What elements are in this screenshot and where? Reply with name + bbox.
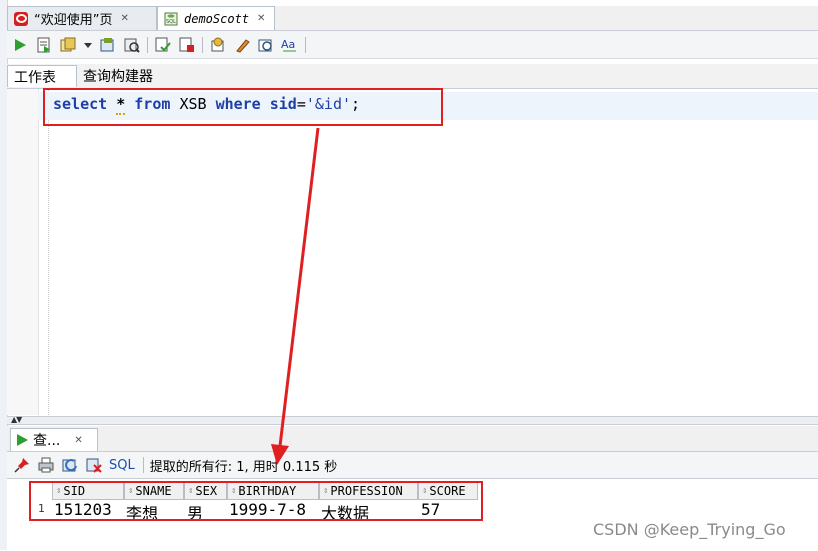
toolbar-separator — [142, 457, 144, 473]
toolbar-separator — [147, 36, 148, 53]
oracle-icon — [14, 11, 28, 26]
tab-worksheet[interactable]: 工作表 — [7, 65, 77, 87]
close-icon[interactable]: ✕ — [257, 13, 265, 24]
sql-editor[interactable] — [7, 89, 818, 415]
close-icon[interactable]: ✕ — [120, 13, 128, 24]
annotation-box-sql — [43, 88, 443, 126]
results-toolbar: SQL 提取的所有行: 1, 用时 0.115 秒 — [7, 452, 818, 478]
fetch-status-text: 提取的所有行: 1, 用时 0.115 秒 — [149, 459, 338, 475]
pin-icon[interactable] — [13, 456, 31, 474]
clear-icon[interactable] — [209, 36, 227, 54]
format-icon[interactable] — [257, 36, 275, 54]
splitter-arrows-icon[interactable]: ▲▼ — [11, 415, 22, 424]
print-icon[interactable] — [37, 456, 55, 474]
run-icon — [17, 434, 28, 446]
worksheet-toolbar: Aa — [7, 31, 818, 59]
tab-welcome-page[interactable]: “欢迎使用”页 ✕ — [7, 6, 157, 30]
editor-tab-bar: “欢迎使用”页 ✕ SQL demoScott ✕ — [7, 6, 818, 31]
tab-demoscott-label: demoScott — [184, 11, 250, 26]
history-icon[interactable] — [233, 36, 251, 54]
sql-worksheet-icon: SQL — [164, 12, 178, 26]
spell-check-icon[interactable]: Aa — [281, 36, 299, 54]
sql-link[interactable]: SQL — [109, 458, 135, 473]
dropdown-icon[interactable] — [83, 36, 93, 54]
tab-query-result-label: 查... — [33, 433, 61, 449]
svg-text:SQL: SQL — [166, 19, 176, 25]
watermark: CSDN @Keep_Trying_Go — [593, 520, 786, 539]
rollback-icon[interactable] — [123, 36, 141, 54]
tab-query-builder-label: 查询构建器 — [83, 69, 153, 85]
svg-text:Aa: Aa — [281, 38, 295, 51]
delete-icon[interactable] — [85, 456, 103, 474]
worksheet-subtabs: 工作表 查询构建器 — [7, 64, 818, 89]
sql-tuning-icon[interactable] — [178, 36, 196, 54]
tab-query-result[interactable]: 查... ✕ — [10, 428, 98, 451]
commit-icon[interactable] — [99, 36, 117, 54]
toolbar-separator — [305, 36, 306, 53]
line-gutter — [7, 89, 39, 415]
explain-plan-icon[interactable] — [154, 36, 172, 54]
gutter-divider — [48, 89, 49, 415]
results-tab-bar: 查... ✕ — [7, 426, 818, 452]
tab-welcome-label: “欢迎使用”页 — [34, 13, 113, 28]
panel-splitter[interactable] — [7, 416, 818, 425]
refresh-icon[interactable] — [61, 456, 79, 474]
annotation-box-results — [29, 481, 483, 521]
close-icon[interactable]: ✕ — [74, 435, 82, 446]
run-statement-icon[interactable] — [11, 36, 29, 54]
autotrace-icon[interactable] — [59, 36, 77, 54]
tab-demoscott[interactable]: SQL demoScott ✕ — [157, 6, 275, 30]
tab-query-builder[interactable]: 查询构建器 — [77, 65, 169, 87]
tab-worksheet-label: 工作表 — [14, 69, 56, 86]
run-script-icon[interactable] — [35, 36, 53, 54]
toolbar-separator — [202, 36, 203, 53]
